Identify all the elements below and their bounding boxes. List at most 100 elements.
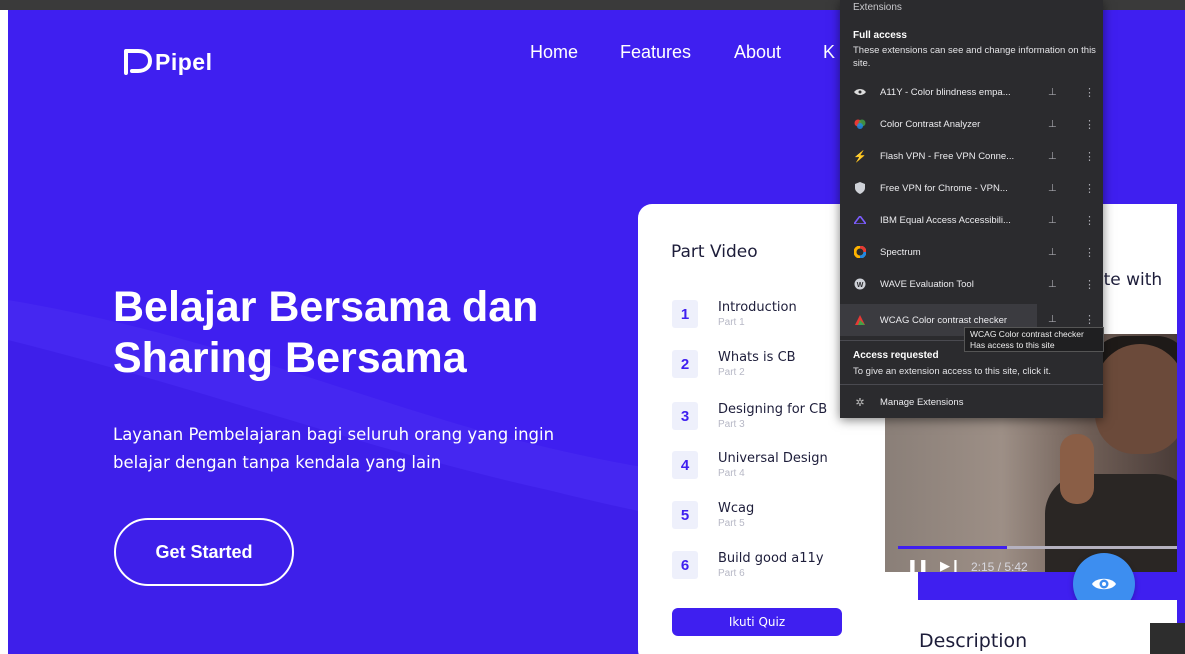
extension-item-color-contrast-analyzer[interactable]: Color Contrast Analyzer ⊥ ⋮ bbox=[840, 108, 1103, 140]
manage-extensions-label: Manage Extensions bbox=[880, 396, 964, 408]
shield-icon bbox=[840, 182, 880, 194]
nav-item-home[interactable]: Home bbox=[530, 42, 578, 63]
part-sub: Part 6 bbox=[718, 568, 745, 579]
extensions-popup-header: Extensions bbox=[853, 2, 902, 13]
video-progress-fill bbox=[898, 546, 1008, 549]
extension-item-wave[interactable]: W WAVE Evaluation Tool ⊥ ⋮ bbox=[840, 268, 1103, 300]
part-item[interactable]: 4 Universal Design Part 4 bbox=[672, 451, 828, 485]
next-icon[interactable]: ▶❙ bbox=[940, 558, 961, 572]
video-progress-bar[interactable] bbox=[898, 546, 1177, 549]
extension-item-spectrum[interactable]: Spectrum ⊥ ⋮ bbox=[840, 236, 1103, 268]
more-vert-icon[interactable]: ⋮ bbox=[1084, 278, 1095, 291]
part-item[interactable]: 3 Designing for CB Part 3 bbox=[672, 402, 827, 436]
more-vert-icon[interactable]: ⋮ bbox=[1084, 313, 1095, 326]
part-name: Universal Design bbox=[718, 451, 828, 466]
part-number: 5 bbox=[672, 501, 698, 529]
video-person-head bbox=[1095, 344, 1177, 454]
part-number: 2 bbox=[672, 350, 698, 378]
description-title: Description bbox=[919, 630, 1028, 652]
part-name: Introduction bbox=[718, 300, 797, 315]
extension-name: WCAG Color contrast checker bbox=[879, 314, 1008, 326]
color-contrast-icon bbox=[840, 119, 880, 129]
pin-icon[interactable]: ⊥ bbox=[1048, 279, 1057, 290]
pin-icon[interactable]: ⊥ bbox=[1048, 314, 1057, 325]
eye-icon bbox=[1092, 578, 1116, 590]
extension-item-flash-vpn[interactable]: ⚡ Flash VPN - Free VPN Conne... ⊥ ⋮ bbox=[840, 140, 1103, 172]
extension-name: A11Y - Color blindness empa... bbox=[880, 86, 1011, 98]
extension-name: Spectrum bbox=[880, 246, 921, 258]
part-item[interactable]: 5 Wcag Part 5 bbox=[672, 501, 754, 535]
description-card: Description bbox=[885, 600, 1177, 654]
extension-tooltip: WCAG Color contrast checker Has access t… bbox=[964, 327, 1104, 352]
spectrum-icon bbox=[840, 246, 880, 258]
part-number: 4 bbox=[672, 451, 698, 479]
part-name: Whats is CB bbox=[718, 350, 796, 365]
part-sub: Part 4 bbox=[718, 468, 745, 479]
extension-name: Free VPN for Chrome - VPN... bbox=[880, 182, 1008, 194]
pin-icon[interactable]: ⊥ bbox=[1048, 119, 1057, 130]
tooltip-line1: WCAG Color contrast checker bbox=[970, 329, 1084, 339]
full-access-desc: These extensions can see and change info… bbox=[853, 45, 1096, 69]
extensions-popup: Extensions Full access These extensions … bbox=[840, 0, 1103, 418]
extension-item-free-vpn[interactable]: Free VPN for Chrome - VPN... ⊥ ⋮ bbox=[840, 172, 1103, 204]
access-requested-title: Access requested bbox=[853, 350, 939, 361]
extension-item-ibm-equal-access[interactable]: IBM Equal Access Accessibili... ⊥ ⋮ bbox=[840, 204, 1103, 236]
pin-icon[interactable]: ⊥ bbox=[1048, 183, 1057, 194]
part-sub: Part 5 bbox=[718, 518, 745, 529]
part-sub: Part 2 bbox=[718, 367, 745, 378]
tooltip-line2: Has access to this site bbox=[970, 340, 1055, 350]
part-name: Wcag bbox=[718, 501, 755, 516]
more-vert-icon[interactable]: ⋮ bbox=[1084, 150, 1095, 163]
nav-item-partial[interactable]: K bbox=[823, 42, 835, 63]
pipel-logo-icon bbox=[124, 49, 153, 75]
ikuti-quiz-button[interactable]: Ikuti Quiz bbox=[672, 608, 842, 636]
part-name: Build good a11y bbox=[718, 551, 824, 566]
extension-name: WAVE Evaluation Tool bbox=[880, 278, 974, 290]
extension-item-a11y[interactable]: A11Y - Color blindness empa... ⊥ ⋮ bbox=[840, 76, 1103, 108]
brand-name: Pipel bbox=[155, 48, 213, 75]
more-vert-icon[interactable]: ⋮ bbox=[1084, 182, 1095, 195]
manage-extensions-item[interactable]: ✲ Manage Extensions bbox=[840, 386, 1103, 418]
part-item[interactable]: 1 Introduction Part 1 bbox=[672, 300, 797, 334]
left-edge bbox=[0, 10, 8, 654]
pause-icon[interactable]: ❚❚ bbox=[907, 558, 929, 572]
gear-icon: ✲ bbox=[855, 396, 865, 409]
part-number: 6 bbox=[672, 551, 698, 579]
a11y-eye-icon bbox=[840, 88, 880, 96]
brand-logo[interactable]: Pipel bbox=[123, 48, 212, 76]
pin-icon[interactable]: ⊥ bbox=[1048, 151, 1057, 162]
extension-name: IBM Equal Access Accessibili... bbox=[880, 214, 1011, 226]
extension-name: Color Contrast Analyzer bbox=[880, 118, 981, 130]
hero-subtitle: Layanan Pembelajaran bagi seluruh orang … bbox=[113, 425, 555, 472]
ibm-icon bbox=[840, 216, 880, 224]
divider bbox=[840, 384, 1103, 385]
full-access-title: Full access bbox=[853, 30, 907, 41]
part-video-title: Part Video bbox=[671, 242, 758, 262]
part-number: 1 bbox=[672, 300, 698, 328]
more-vert-icon[interactable]: ⋮ bbox=[1084, 86, 1095, 99]
video-time: 2:15 / 5:42 bbox=[971, 560, 1028, 572]
part-item[interactable]: 2 Whats is CB Part 2 bbox=[672, 350, 796, 384]
extension-name: Flash VPN - Free VPN Conne... bbox=[880, 150, 1015, 162]
part-sub: Part 1 bbox=[718, 317, 745, 328]
pin-icon[interactable]: ⊥ bbox=[1048, 87, 1057, 98]
nav-item-features[interactable]: Features bbox=[620, 42, 691, 63]
svg-text:W: W bbox=[857, 282, 864, 289]
part-name: Designing for CB bbox=[718, 402, 828, 417]
get-started-button[interactable]: Get Started bbox=[114, 518, 294, 586]
wcag-icon bbox=[840, 314, 880, 326]
wave-icon: W bbox=[840, 278, 880, 290]
part-number: 3 bbox=[672, 402, 698, 430]
more-vert-icon[interactable]: ⋮ bbox=[1084, 214, 1095, 227]
hero-title: Belajar Bersama dan Sharing Bersama bbox=[113, 283, 539, 382]
video-person-hand bbox=[1060, 434, 1094, 504]
lightning-icon: ⚡ bbox=[853, 150, 867, 163]
part-sub: Part 3 bbox=[718, 419, 745, 430]
pin-icon[interactable]: ⊥ bbox=[1048, 215, 1057, 226]
more-vert-icon[interactable]: ⋮ bbox=[1084, 118, 1095, 131]
more-vert-icon[interactable]: ⋮ bbox=[1084, 246, 1095, 259]
part-item[interactable]: 6 Build good a11y Part 6 bbox=[672, 551, 824, 585]
access-requested-desc: To give an extension access to this site… bbox=[853, 366, 1052, 377]
pin-icon[interactable]: ⊥ bbox=[1048, 247, 1057, 258]
nav-item-about[interactable]: About bbox=[734, 42, 781, 63]
